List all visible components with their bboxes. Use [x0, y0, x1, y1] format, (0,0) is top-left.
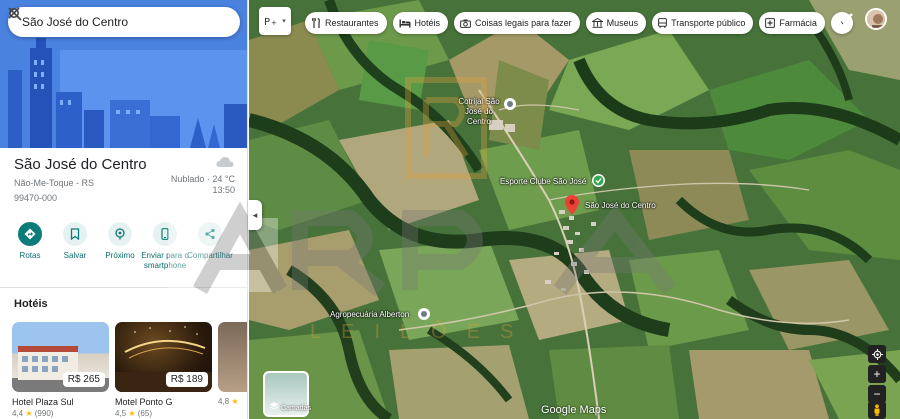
rating-value: 4,5: [115, 409, 127, 418]
place-actions: Rotas Salvar Próximo Enviar para o smart…: [8, 222, 247, 282]
sports-marker-icon[interactable]: [591, 173, 606, 188]
map-type-button[interactable]: P + ▾: [259, 7, 291, 35]
account-avatar[interactable]: [865, 8, 887, 30]
directions-button[interactable]: Rotas: [8, 222, 52, 282]
category-chips: Restaurantes Hotéis Coisas legais para f…: [305, 12, 859, 34]
hotel-price: R$ 189: [165, 372, 208, 387]
chip-label: Coisas legais para fazer: [475, 18, 572, 28]
share-button[interactable]: Compartilhar: [187, 222, 233, 282]
chip-things-to-do[interactable]: Coisas legais para fazer: [454, 12, 580, 34]
marker-label-cotrijal[interactable]: Cotrijal São José do Centro: [455, 97, 503, 127]
my-location-icon: [871, 348, 883, 360]
chip-public-transport[interactable]: Transporte público: [652, 12, 754, 34]
cloud-icon: [216, 157, 234, 167]
place-region: Não-Me-Toque - RS: [14, 178, 95, 188]
place-postal-code: 99470-000: [14, 193, 58, 203]
hotel-photo: R$ 265: [12, 322, 109, 392]
my-location-button[interactable]: [868, 345, 886, 363]
place-marker-icon[interactable]: [417, 307, 431, 321]
search-icon[interactable]: [9, 8, 202, 32]
zoom-in-button[interactable]: +: [868, 365, 886, 383]
map-zoom-controls: + −: [868, 345, 886, 405]
divider: [0, 287, 247, 288]
chip-restaurants[interactable]: Restaurantes: [305, 12, 387, 34]
weather-condition: Nublado · 24 °C: [170, 174, 235, 184]
hotel-rating: 4,4 ★ (990): [12, 409, 109, 418]
place-hero-image[interactable]: [0, 0, 247, 148]
star-icon: ★: [128, 409, 136, 418]
close-icon[interactable]: [8, 7, 230, 32]
hotel-rating: 4,5 ★ (65): [115, 409, 212, 418]
place-side-panel: São José do Centro Não-Me-Toque - RS 994…: [0, 0, 248, 419]
hotel-name: Hotel Plaza Sul: [12, 397, 74, 407]
hotel-card[interactable]: R$ 265 Hotel Plaza Sul 4,4 ★ (990): [12, 322, 109, 419]
search-input[interactable]: [22, 15, 174, 29]
pharmacy-icon: [765, 18, 776, 28]
layers-label: Camadas: [281, 405, 311, 412]
hotel-card[interactable]: 4,8 ★: [218, 322, 247, 419]
chip-pharmacy[interactable]: Farmácia: [759, 12, 825, 34]
chip-label: Restaurantes: [325, 18, 379, 28]
weather-time: 13:50: [212, 185, 235, 195]
chip-hotels[interactable]: Hotéis: [392, 12, 449, 34]
fork-knife-icon: [311, 18, 321, 28]
review-count: (990): [34, 409, 54, 418]
satellite-map[interactable]: Cotrijal São José do Centro Esporte Club…: [249, 0, 900, 419]
svg-text:P: P: [264, 17, 270, 27]
bed-icon: [399, 19, 411, 28]
map-type-icon: P +: [264, 17, 277, 27]
save-button[interactable]: Salvar: [53, 222, 97, 282]
hotel-photo: R$ 189: [115, 322, 212, 392]
bus-icon: [658, 18, 668, 28]
chip-label: Museus: [606, 18, 639, 28]
bookmark-icon: [63, 222, 87, 246]
hotel-photo: [218, 322, 247, 392]
hotel-name: Motel Ponto G: [115, 397, 173, 407]
collapse-panel-button[interactable]: ◂: [248, 200, 262, 230]
pegman-icon: [874, 404, 880, 416]
nearby-button[interactable]: Próximo: [98, 222, 142, 282]
nearby-icon: [108, 222, 132, 246]
star-icon: ★: [231, 397, 239, 406]
share-icon: [198, 222, 222, 246]
hotels-heading: Hotéis: [14, 298, 48, 310]
phone-icon: [153, 222, 177, 246]
directions-icon: [18, 222, 42, 246]
marker-label-line: José do Centro: [464, 107, 494, 126]
marker-label-esporte[interactable]: Esporte Clube São José: [500, 177, 586, 187]
camera-icon: [460, 19, 471, 28]
hotel-card[interactable]: R$ 189 Motel Ponto G 4,5 ★ (65): [115, 322, 212, 419]
layers-icon: [269, 402, 279, 410]
google-maps-logo: Google Maps: [541, 404, 607, 416]
svg-text:+: +: [271, 19, 277, 27]
maps-app: São José do Centro Não-Me-Toque - RS 994…: [0, 0, 900, 419]
rating-value: 4,8: [218, 397, 230, 406]
place-title: São José do Centro: [14, 156, 147, 173]
chip-museums[interactable]: Museus: [585, 12, 647, 34]
museum-icon: [591, 18, 603, 28]
chevron-down-icon: ▾: [282, 18, 286, 25]
marker-label-center[interactable]: São José do Centro: [585, 201, 656, 211]
street-view-pegman[interactable]: [868, 401, 886, 419]
marker-label-line: Cotrijal São: [458, 97, 500, 106]
send-to-phone-button[interactable]: Enviar para o smartphone: [141, 222, 189, 282]
chip-label: Farmácia: [779, 18, 817, 28]
share-label: Compartilhar: [187, 251, 233, 260]
search-box[interactable]: [8, 7, 240, 37]
apps-grid-icon[interactable]: [838, 12, 854, 28]
review-count: (65): [137, 409, 152, 418]
rating-value: 4,4: [12, 409, 24, 418]
chip-label: Hotéis: [414, 18, 441, 28]
hotel-rating: 4,8 ★: [218, 397, 247, 406]
layers-button[interactable]: Camadas: [263, 371, 311, 417]
chip-label: Transporte público: [671, 18, 746, 28]
marker-label-agropecuaria[interactable]: Agropecuária Alberton: [330, 310, 409, 320]
red-pin-icon[interactable]: [564, 194, 580, 216]
star-icon: ★: [25, 409, 33, 418]
hotel-price: R$ 265: [62, 372, 105, 387]
hotel-carousel: R$ 265 Hotel Plaza Sul 4,4 ★ (990) R$ 18…: [12, 322, 247, 419]
place-marker-icon[interactable]: [503, 97, 517, 111]
